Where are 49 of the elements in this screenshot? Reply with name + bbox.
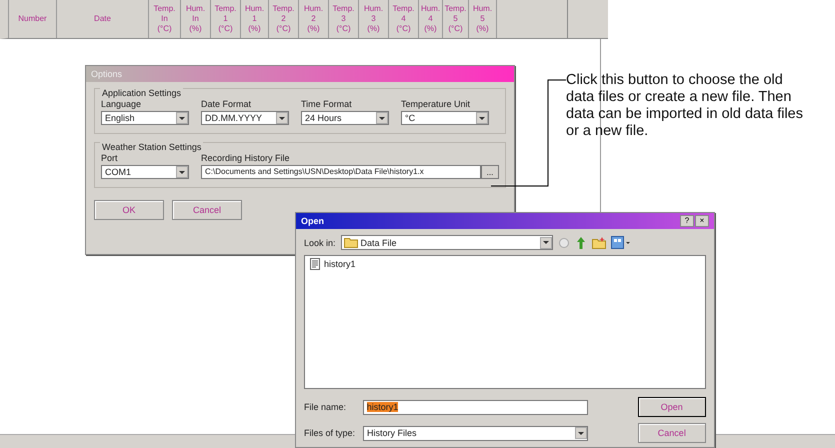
file-type-dropdown[interactable]: History Files (363, 426, 588, 440)
field-label: Time Format (301, 99, 353, 109)
column-header[interactable]: Hum. 5 (%) (468, 0, 496, 38)
column-header[interactable]: Hum. In (%) (180, 0, 210, 38)
dropdown[interactable]: COM1 (101, 165, 189, 179)
folder-icon (344, 237, 358, 248)
group-legend: Weather Station Settings (100, 142, 204, 152)
column-header[interactable]: Temp. 3 (°C) (328, 0, 358, 38)
dialog-title: Options (91, 69, 122, 79)
file-icon (309, 258, 321, 270)
column-header[interactable]: Temp. 1 (°C) (210, 0, 240, 38)
dropdown[interactable]: °C (401, 111, 489, 125)
look-in-dropdown[interactable]: Data File (340, 235, 553, 250)
dropdown[interactable]: English (101, 111, 189, 125)
title-bar-button[interactable]: × (695, 215, 709, 227)
open-button[interactable]: Open (638, 397, 706, 417)
column-header[interactable]: Temp. In (°C) (148, 0, 180, 38)
column-header[interactable]: Temp. 2 (°C) (268, 0, 298, 38)
dialog-button[interactable]: Cancel (172, 200, 242, 220)
dropdown[interactable]: DD.MM.YYYY (201, 111, 289, 125)
callout-text: Click this button to choose the old data files or create a new file. Then data can be imported in old data files or a new file. (566, 72, 804, 140)
field-label: Look in: (304, 238, 336, 248)
column-header[interactable]: Hum. 1 (%) (240, 0, 268, 38)
field-label: Language (101, 99, 142, 109)
file-name-field[interactable]: history1 (362, 400, 588, 414)
column-header[interactable]: Hum. 3 (%) (358, 0, 388, 38)
field-label: Port (101, 153, 119, 163)
new-folder-icon[interactable] (592, 236, 606, 248)
column-header[interactable]: Date (56, 0, 148, 38)
column-header[interactable]: Temp. 4 (°C) (388, 0, 418, 38)
dialog-title: Open (301, 216, 324, 226)
browse-button[interactable]: ... (481, 165, 499, 179)
dropdown[interactable]: 24 Hours (301, 111, 389, 125)
group-legend: Application Settings (100, 88, 184, 98)
field-label: Date Format (201, 99, 252, 109)
dialog-button[interactable]: OK (94, 200, 164, 220)
file-path-field[interactable]: C:\Documents and Settings\USN\Desktop\Data File\history1.x (201, 165, 481, 179)
column-header[interactable]: Hum. 2 (%) (298, 0, 328, 38)
file-item[interactable]: history1 (309, 258, 356, 270)
column-header[interactable]: Hum. 4 (%) (418, 0, 442, 38)
field-label: Recording History File (201, 153, 291, 163)
column-header[interactable]: Number (8, 0, 56, 38)
field-label: Files of type: (304, 428, 356, 438)
cancel-button[interactable]: Cancel (638, 423, 706, 443)
column-header[interactable]: Temp. 5 (°C) (442, 0, 468, 38)
field-label: File name: (304, 402, 348, 412)
title-bar-button[interactable]: ? (680, 215, 694, 227)
field-label: Temperature Unit (401, 99, 472, 109)
view-menu-icon[interactable] (610, 236, 631, 249)
